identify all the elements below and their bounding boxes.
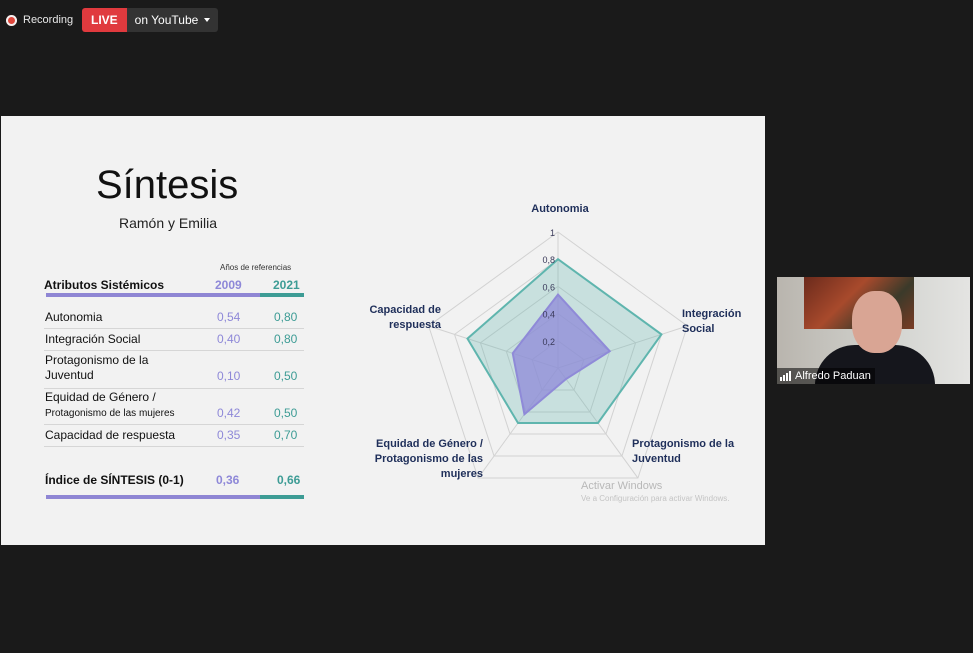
tick-label: 0,4 [542, 310, 555, 320]
axis-label: Juventud [632, 453, 681, 465]
axis-label: Integración [682, 308, 742, 320]
tick-label: 0,6 [542, 282, 555, 292]
axis-label: Protagonismo de la [632, 438, 735, 450]
participant-head [852, 291, 902, 353]
participant-name: Alfredo Paduan [795, 370, 871, 382]
tick-label: 0,8 [542, 255, 555, 265]
axis-label: respuesta [389, 319, 442, 331]
participant-name-tag: Alfredo Paduan [777, 368, 875, 384]
stream-destination-dropdown[interactable]: on YouTube [126, 8, 219, 32]
axis-label: mujeres [441, 468, 483, 480]
tick-label: 0,2 [542, 337, 555, 347]
recording-label: Recording [23, 14, 74, 26]
live-stream-control[interactable]: LIVE on YouTube [82, 8, 219, 32]
windows-activation-text: Ve a Configuración para activar Windows. [581, 494, 730, 503]
stream-destination-label: on YouTube [134, 13, 199, 27]
axis-label: Protagonismo de las [375, 453, 483, 465]
live-badge: LIVE [82, 8, 127, 32]
axis-label: Equidad de Género / [376, 438, 483, 450]
windows-activation-title: Activar Windows [581, 480, 663, 492]
recording-icon [6, 14, 17, 26]
axis-label: Capacidad de [369, 304, 441, 316]
participant-video-tile[interactable]: Alfredo Paduan [777, 277, 970, 384]
shared-slide: Síntesis Ramón y Emilia Años de referenc… [1, 116, 765, 545]
signal-strength-icon [780, 371, 791, 381]
recording-indicator[interactable]: Recording [6, 10, 73, 30]
tick-label: 1 [550, 228, 555, 238]
chevron-down-icon [204, 18, 211, 22]
axis-label: Autonomia [531, 203, 589, 215]
axis-label: Social [682, 323, 714, 335]
